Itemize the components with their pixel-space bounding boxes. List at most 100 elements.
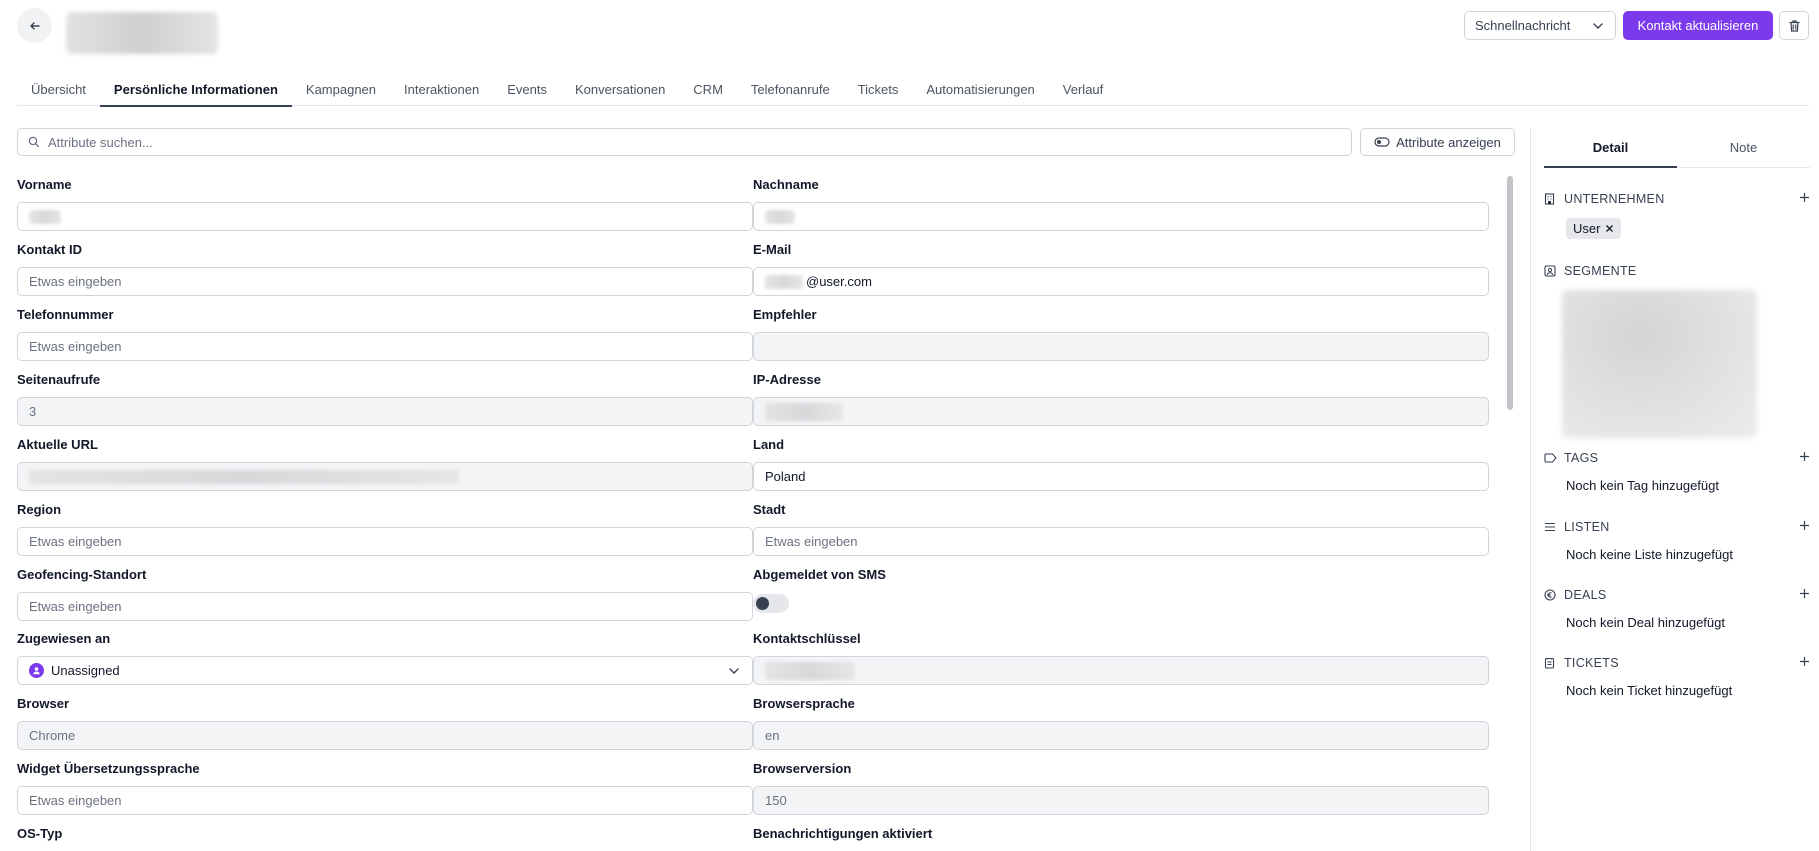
company-chip[interactable]: User (1566, 218, 1622, 239)
field-label: Region (17, 502, 62, 517)
tab-history[interactable]: Verlauf (1049, 72, 1117, 106)
plus-icon[interactable] (1799, 520, 1810, 534)
euro-icon (1544, 589, 1558, 601)
field-notifications: Benachrichtigungen aktiviert (753, 825, 1489, 843)
segment-icon (1544, 265, 1558, 277)
company-title: UNTERNEHMEN (1564, 192, 1665, 206)
blurred-value (765, 661, 855, 680)
tickets-title: TICKETS (1564, 656, 1619, 670)
field-first-name: Vorname (17, 176, 753, 231)
attribute-fields: Vorname Nachname Kontakt ID Etwas eingeb… (17, 166, 1503, 851)
detail-tabs: Detail Note (1544, 128, 1810, 168)
toggle-icon (1374, 137, 1390, 147)
tickets-header: TICKETS (1544, 654, 1810, 672)
region-input[interactable]: Etwas eingeben (17, 527, 753, 556)
user-icon (29, 663, 44, 678)
browser-version-input: 150 (753, 786, 1489, 815)
browser-input: Chrome (17, 721, 753, 750)
field-label: Telefonnummer (17, 307, 114, 322)
show-attributes-button[interactable]: Attribute anzeigen (1360, 128, 1515, 156)
plus-icon[interactable] (1799, 656, 1810, 670)
back-button[interactable] (17, 8, 52, 43)
lists-title: LISTEN (1564, 520, 1610, 534)
quick-message-select[interactable]: Schnellnachricht (1464, 11, 1616, 40)
company-body: User (1544, 218, 1810, 239)
field-os-type: OS-Typ (17, 825, 753, 851)
ip-input (753, 397, 1489, 426)
plus-icon[interactable] (1799, 192, 1810, 206)
blurred-value (29, 469, 459, 484)
contact-id-input[interactable]: Etwas eingeben (17, 267, 753, 296)
segments-title: SEGMENTE (1564, 264, 1637, 278)
tags-section: TAGS Noch kein Tag hinzugefügt (1544, 449, 1810, 493)
page-views-input: 3 (17, 397, 753, 426)
field-country: Land Poland (753, 436, 1489, 491)
field-label: Browsersprache (753, 696, 855, 711)
plus-icon[interactable] (1799, 588, 1810, 602)
phone-input[interactable]: Etwas eingeben (17, 332, 753, 361)
tickets-empty: Noch kein Ticket hinzugefügt (1566, 683, 1733, 698)
tab-phone-calls[interactable]: Telefonanrufe (737, 72, 844, 106)
tag-icon (1544, 453, 1558, 463)
lists-header: LISTEN (1544, 518, 1810, 536)
blurred-value (29, 209, 61, 224)
sms-unsub-toggle[interactable] (753, 594, 789, 613)
field-label: Benachrichtigungen aktiviert (753, 826, 933, 841)
last-name-input[interactable] (753, 202, 1489, 231)
field-email: E-Mail @user.com (753, 241, 1489, 296)
field-label: IP-Adresse (753, 372, 821, 387)
chevron-down-icon (1593, 22, 1603, 29)
plus-icon[interactable] (1799, 451, 1810, 465)
tab-events[interactable]: Events (493, 72, 561, 106)
tab-personal-info[interactable]: Persönliche Informationen (99, 72, 292, 107)
field-label: Kontaktschlüssel (753, 631, 861, 646)
tab-campaigns[interactable]: Kampagnen (292, 72, 390, 106)
field-label: Geofencing-Standort (17, 567, 147, 582)
attribute-search-input[interactable] (48, 134, 1239, 150)
delete-button[interactable] (1779, 11, 1809, 40)
email-input[interactable]: @user.com (753, 267, 1489, 296)
lists-empty: Noch keine Liste hinzugefügt (1566, 547, 1733, 562)
city-input[interactable]: Etwas eingeben (753, 527, 1489, 556)
tab-overview[interactable]: Übersicht (17, 72, 100, 106)
country-input[interactable]: Poland (753, 462, 1489, 491)
company-header: UNTERNEHMEN (1544, 190, 1810, 208)
field-referrer: Empfehler (753, 306, 1489, 361)
lists-section: LISTEN Noch keine Liste hinzugefügt (1544, 518, 1810, 562)
ticket-icon (1544, 657, 1558, 669)
field-widget-lang: Widget Übersetzungssprache Etwas eingebe… (17, 760, 753, 815)
segments-section: SEGMENTE (1544, 262, 1810, 438)
field-region: Region Etwas eingeben (17, 501, 753, 556)
blurred-value (765, 209, 795, 224)
first-name-input[interactable] (17, 202, 753, 231)
update-contact-button[interactable]: Kontakt aktualisieren (1623, 11, 1773, 40)
fields-scrollbar[interactable] (1507, 176, 1513, 410)
attribute-search[interactable] (17, 128, 1352, 156)
tab-detail[interactable]: Detail (1544, 128, 1677, 168)
contact-tabs: Übersicht Persönliche Informationen Kamp… (17, 72, 1809, 107)
tickets-section: TICKETS Noch kein Ticket hinzugefügt (1544, 654, 1810, 698)
assigned-select[interactable]: Unassigned (17, 656, 753, 685)
company-chip-label: User (1573, 221, 1601, 236)
contact-name-blurred (66, 12, 218, 54)
field-page-views: Seitenaufrufe 3 (17, 371, 753, 426)
field-label: Zugewiesen an (17, 631, 111, 646)
chevron-down-icon (729, 667, 739, 674)
tab-note[interactable]: Note (1677, 128, 1810, 167)
browser-lang-input: en (753, 721, 1489, 750)
field-ip: IP-Adresse (753, 371, 1489, 426)
tab-tickets[interactable]: Tickets (844, 72, 913, 106)
trash-icon (1788, 19, 1800, 32)
tab-conversations[interactable]: Konversationen (561, 72, 679, 106)
tab-crm[interactable]: CRM (679, 72, 737, 106)
tab-automations[interactable]: Automatisierungen (912, 72, 1048, 106)
search-icon (28, 136, 40, 148)
close-icon[interactable] (1605, 224, 1614, 233)
widget-lang-input[interactable]: Etwas eingeben (17, 786, 753, 815)
field-label: Empfehler (753, 307, 817, 322)
geofence-input[interactable]: Etwas eingeben (17, 592, 753, 621)
segments-header: SEGMENTE (1544, 262, 1810, 280)
tab-interactions[interactable]: Interaktionen (390, 72, 493, 106)
field-label: Stadt (753, 502, 786, 517)
field-browser-version: Browserversion 150 (753, 760, 1489, 815)
